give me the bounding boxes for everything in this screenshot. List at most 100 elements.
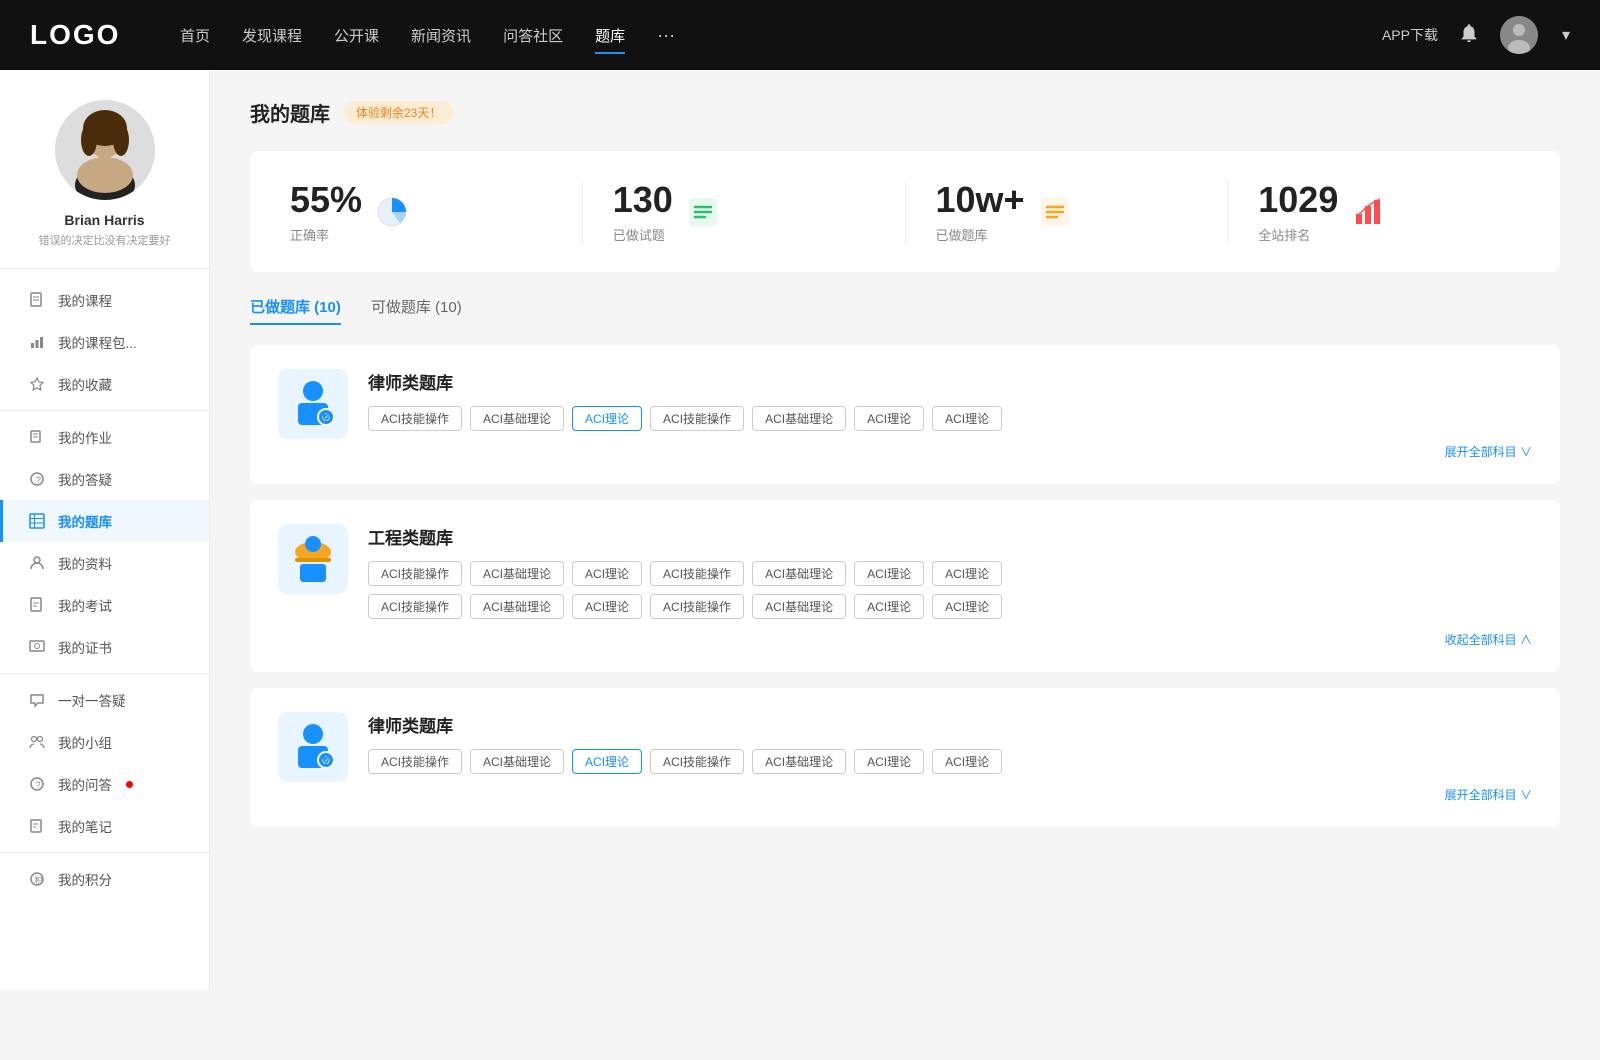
lawyer-icon-wrap: ✓ [278,369,348,439]
page-header: 我的题库 体验剩余23天！ [250,98,1560,127]
tag-1-3[interactable]: ACI技能操作 [650,561,744,586]
tag-2-4[interactable]: ACI基础理论 [752,749,846,774]
nav-more[interactable]: ··· [657,25,675,46]
stat-done-label: 已做试题 [613,225,673,244]
tag-1-r2-6[interactable]: ACI理论 [932,594,1002,619]
sidebar-label-qbank: 我的题库 [58,511,112,531]
tag-1-0[interactable]: ACI技能操作 [368,561,462,586]
tag-0-5[interactable]: ACI理论 [854,406,924,431]
tag-0-4[interactable]: ACI基础理论 [752,406,846,431]
sidebar-item-group[interactable]: 我的小组 [0,721,209,763]
tag-2-3[interactable]: ACI技能操作 [650,749,744,774]
sidebar-item-course[interactable]: 我的课程 [0,279,209,321]
user-dropdown-arrow[interactable]: ▾ [1562,25,1570,45]
expand-lawyer[interactable]: 展开全部科目 ∨ [1445,443,1532,460]
sidebar-label-questions: 我的问答 [58,774,112,794]
qbank-tags-lawyer2: ACI技能操作 ACI基础理论 ACI理论 ACI技能操作 ACI基础理论 AC… [368,749,1532,774]
tag-1-r2-5[interactable]: ACI理论 [854,594,924,619]
main-layout: Brian Harris 错误的决定比没有决定要好 我的课程 我的课程包... [0,70,1600,990]
sidebar-item-1on1[interactable]: 一对一答疑 [0,679,209,721]
nav-home[interactable]: 首页 [180,25,210,46]
sidebar-label-points: 我的积分 [58,869,112,889]
lawyer2-icon-wrap: ✓ [278,712,348,782]
sidebar-item-profile[interactable]: 我的资料 [0,542,209,584]
top-nav: LOGO 首页 发现课程 公开课 新闻资讯 问答社区 题库 ··· APP下载 … [0,0,1600,70]
tag-2-5[interactable]: ACI理论 [854,749,924,774]
nav-question-bank[interactable]: 题库 [595,25,625,46]
nav-qa[interactable]: 问答社区 [503,25,563,46]
tag-1-r2-2[interactable]: ACI理论 [572,594,642,619]
tag-2-1[interactable]: ACI基础理论 [470,749,564,774]
nav-news[interactable]: 新闻资讯 [411,25,471,46]
tag-1-5[interactable]: ACI理论 [854,561,924,586]
sidebar-item-qbank[interactable]: 我的题库 [0,500,209,542]
sidebar-item-homework[interactable]: 我的作业 [0,416,209,458]
nav-discover[interactable]: 发现课程 [242,25,302,46]
sidebar: Brian Harris 错误的决定比没有决定要好 我的课程 我的课程包... [0,70,210,990]
table-icon [28,512,46,530]
qbank-title-lawyer2: 律师类题库 [368,712,1532,737]
qbank-footer-lawyer: 展开全部科目 ∨ [368,443,1532,460]
star-icon [28,375,46,393]
tag-1-4[interactable]: ACI基础理论 [752,561,846,586]
svg-text:✓: ✓ [324,414,330,421]
nav-links: 首页 发现课程 公开课 新闻资讯 问答社区 题库 ··· [180,25,1382,46]
qbank-header-lawyer: ✓ 律师类题库 ACI技能操作 ACI基础理论 ACI理论 ACI技能操作 AC… [278,369,1532,460]
expand-lawyer2[interactable]: 展开全部科目 ∨ [1445,786,1532,803]
tag-2-2[interactable]: ACI理论 [572,749,642,774]
sidebar-item-cert[interactable]: 我的证书 [0,626,209,668]
app-download-btn[interactable]: APP下载 [1382,25,1438,45]
tag-0-2[interactable]: ACI理论 [572,406,642,431]
tag-0-1[interactable]: ACI基础理论 [470,406,564,431]
sidebar-label-notes: 我的笔记 [58,816,112,836]
chat-icon [28,691,46,709]
questions-badge [126,781,133,788]
qbank-title-lawyer: 律师类题库 [368,369,1532,394]
sidebar-item-exam[interactable]: 我的考试 [0,584,209,626]
sidebar-item-notes[interactable]: 我的笔记 [0,805,209,847]
sidebar-label-exam: 我的考试 [58,595,112,615]
sidebar-item-myqa[interactable]: ? 我的答疑 [0,458,209,500]
notification-bell[interactable] [1458,22,1480,49]
collapse-engineer[interactable]: 收起全部科目 ∧ [1445,631,1532,648]
stat-accuracy-label: 正确率 [290,225,362,244]
score-icon: 积 [28,870,46,888]
tag-0-6[interactable]: ACI理论 [932,406,1002,431]
stats-row: 55% 正确率 130 已做试题 [250,151,1560,272]
file-icon [28,291,46,309]
tag-1-6[interactable]: ACI理论 [932,561,1002,586]
tab-available[interactable]: 可做题库 (10) [371,296,462,325]
sidebar-item-points[interactable]: 积 我的积分 [0,858,209,900]
stat-rank: 1029 全站排名 [1258,179,1520,244]
sidebar-label-course: 我的课程 [58,290,112,310]
group-icon [28,733,46,751]
qbank-tags-lawyer: ACI技能操作 ACI基础理论 ACI理论 ACI技能操作 ACI基础理论 AC… [368,406,1532,431]
page-title: 我的题库 [250,98,330,127]
sidebar-item-favorites[interactable]: 我的收藏 [0,363,209,405]
sidebar-item-questions[interactable]: ? 我的问答 [0,763,209,805]
tag-1-2[interactable]: ACI理论 [572,561,642,586]
svg-text:?: ? [36,780,41,790]
stat-banks-label: 已做题库 [936,225,1025,244]
trial-badge: 体验剩余23天！ [344,101,453,124]
sidebar-label-homework: 我的作业 [58,427,112,447]
sidebar-item-coursepack[interactable]: 我的课程包... [0,321,209,363]
tab-done[interactable]: 已做题库 (10) [250,296,341,325]
svg-text:✓: ✓ [324,757,330,764]
tag-1-r2-0[interactable]: ACI技能操作 [368,594,462,619]
pie-icon [374,194,410,230]
tag-1-r2-3[interactable]: ACI技能操作 [650,594,744,619]
qbank-header-lawyer2: ✓ 律师类题库 ACI技能操作 ACI基础理论 ACI理论 ACI技能操作 AC… [278,712,1532,803]
tag-2-0[interactable]: ACI技能操作 [368,749,462,774]
nav-open-course[interactable]: 公开课 [334,25,379,46]
tag-0-0[interactable]: ACI技能操作 [368,406,462,431]
tag-1-r2-4[interactable]: ACI基础理论 [752,594,846,619]
question-icon: ? [28,470,46,488]
tag-0-3[interactable]: ACI技能操作 [650,406,744,431]
avatar[interactable] [1500,16,1538,54]
qbank-card-lawyer2: ✓ 律师类题库 ACI技能操作 ACI基础理论 ACI理论 ACI技能操作 AC… [250,688,1560,827]
tag-2-6[interactable]: ACI理论 [932,749,1002,774]
sidebar-label-1on1: 一对一答疑 [58,690,126,710]
tag-1-1[interactable]: ACI基础理论 [470,561,564,586]
tag-1-r2-1[interactable]: ACI基础理论 [470,594,564,619]
